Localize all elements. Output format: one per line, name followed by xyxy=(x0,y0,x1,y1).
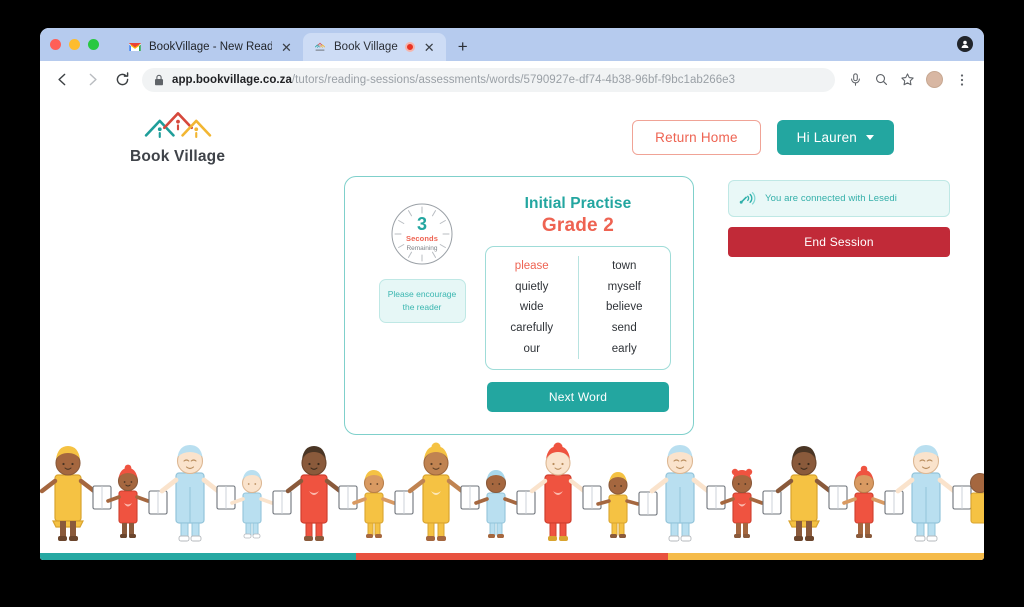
main-content: 3 Seconds Remaining Please encourage the… xyxy=(40,176,984,436)
window-close-button[interactable] xyxy=(50,39,61,50)
chevron-down-icon xyxy=(866,134,874,140)
timer-unit: Seconds xyxy=(406,234,438,244)
browser-toolbar: app.bookvillage.co.za/tutors/reading-ses… xyxy=(40,61,984,98)
word-item[interactable]: early xyxy=(612,339,637,360)
connection-status-banner: You are connected with Lesedi xyxy=(728,180,950,217)
encourage-line-2: the reader xyxy=(402,302,442,313)
word-item[interactable]: town xyxy=(612,256,636,277)
browser-tab-title: Book Village xyxy=(334,41,398,53)
desktop-backdrop: BookVillage - New Reading Se ✕ Book Vill… xyxy=(0,0,1024,607)
word-item[interactable]: carefully xyxy=(510,318,553,339)
app-header: Book Village Return Home Hi Lauren xyxy=(40,98,984,176)
account-menu-label: Hi Lauren xyxy=(796,129,857,145)
word-item[interactable]: send xyxy=(612,318,637,339)
bookvillage-icon xyxy=(314,42,326,51)
word-item[interactable]: please xyxy=(515,256,549,277)
browser-tab-title: BookVillage - New Reading Se xyxy=(149,41,272,53)
encourage-reader-note: Please encourage the reader xyxy=(378,279,466,324)
return-home-button[interactable]: Return Home xyxy=(632,119,761,155)
color-bar-yellow-segment xyxy=(667,553,984,560)
address-bar[interactable]: app.bookvillage.co.za/tutors/reading-ses… xyxy=(142,67,835,92)
practice-card-left-column: 3 Seconds Remaining Please encourage the… xyxy=(367,195,477,412)
practice-card: 3 Seconds Remaining Please encourage the… xyxy=(344,176,694,436)
color-bar-salmon-segment xyxy=(356,553,668,560)
tabs-row: BookVillage - New Reading Se ✕ Book Vill… xyxy=(118,28,476,61)
word-list-box: please quietly wide carefully our town m… xyxy=(485,246,671,371)
session-side-panel: You are connected with Lesedi End Sessio… xyxy=(728,176,950,257)
next-word-button[interactable]: Next Word xyxy=(487,382,669,413)
account-menu-button[interactable]: Hi Lauren xyxy=(776,119,894,155)
footer-color-bar xyxy=(40,553,984,560)
footer-people-illustration xyxy=(40,435,984,560)
connection-status-text: You are connected with Lesedi xyxy=(765,193,897,204)
book-village-logo-icon xyxy=(144,112,211,139)
bookmark-star-icon[interactable] xyxy=(895,68,919,92)
tab-close-icon[interactable]: ✕ xyxy=(422,40,437,55)
search-icon[interactable] xyxy=(869,68,893,92)
end-session-button[interactable]: End Session xyxy=(728,227,950,257)
word-item[interactable]: our xyxy=(523,339,540,360)
word-column-left: please quietly wide carefully our xyxy=(486,256,578,359)
header-actions: Return Home Hi Lauren xyxy=(632,119,894,155)
browser-window: BookVillage - New Reading Se ✕ Book Vill… xyxy=(40,28,984,560)
new-tab-button[interactable]: + xyxy=(450,33,476,61)
practice-card-right-column: Initial Practise Grade 2 please quietly … xyxy=(485,195,671,413)
profile-avatar[interactable] xyxy=(926,71,943,88)
word-item[interactable]: believe xyxy=(606,297,642,318)
address-bar-host: app.bookvillage.co.za xyxy=(172,73,292,86)
word-item[interactable]: myself xyxy=(608,277,641,298)
gmail-icon xyxy=(129,42,141,52)
word-item[interactable]: quietly xyxy=(515,277,548,298)
window-traffic-lights xyxy=(50,39,99,50)
connection-signal-icon xyxy=(739,192,756,205)
tab-close-icon[interactable]: ✕ xyxy=(279,40,294,55)
word-item[interactable]: wide xyxy=(520,297,544,318)
page-viewport: Book Village Return Home Hi Lauren 3 Sec… xyxy=(40,98,984,560)
reload-icon[interactable] xyxy=(108,66,136,94)
timer-caption: Remaining xyxy=(406,244,438,252)
timer-value: 3 xyxy=(416,214,427,235)
brand-logo[interactable]: Book Village xyxy=(130,108,225,166)
countdown-timer: 3 Seconds Remaining xyxy=(389,201,455,267)
forward-icon[interactable] xyxy=(78,66,106,94)
three-dot-menu-icon[interactable] xyxy=(950,68,974,92)
browser-tab-book-village[interactable]: Book Village ✕ xyxy=(303,33,446,61)
window-maximize-button[interactable] xyxy=(88,39,99,50)
people-holding-books-illustration xyxy=(40,442,984,542)
browser-tab-strip: BookVillage - New Reading Se ✕ Book Vill… xyxy=(40,28,984,61)
brand-name: Book Village xyxy=(130,148,226,165)
lock-icon xyxy=(155,74,163,85)
color-bar-teal-segment xyxy=(40,553,357,560)
practice-grade: Grade 2 xyxy=(541,215,615,236)
address-bar-path: /tutors/reading-sessions/assessments/wor… xyxy=(291,73,736,86)
browser-profile-badge-icon[interactable] xyxy=(957,36,973,52)
browser-tab-bookvillage-mail[interactable]: BookVillage - New Reading Se ✕ xyxy=(118,33,303,61)
timer-readout: 3 Seconds Remaining xyxy=(389,201,455,267)
microphone-icon[interactable] xyxy=(843,68,867,92)
practice-title: Initial Practise xyxy=(524,195,632,212)
window-minimize-button[interactable] xyxy=(69,39,80,50)
address-bar-url: app.bookvillage.co.za/tutors/reading-ses… xyxy=(172,74,735,86)
word-column-right: town myself believe send early xyxy=(577,256,671,360)
tab-recording-indicator-icon[interactable] xyxy=(404,42,415,52)
encourage-line-1: Please encourage xyxy=(387,289,457,299)
back-icon[interactable] xyxy=(48,66,76,94)
